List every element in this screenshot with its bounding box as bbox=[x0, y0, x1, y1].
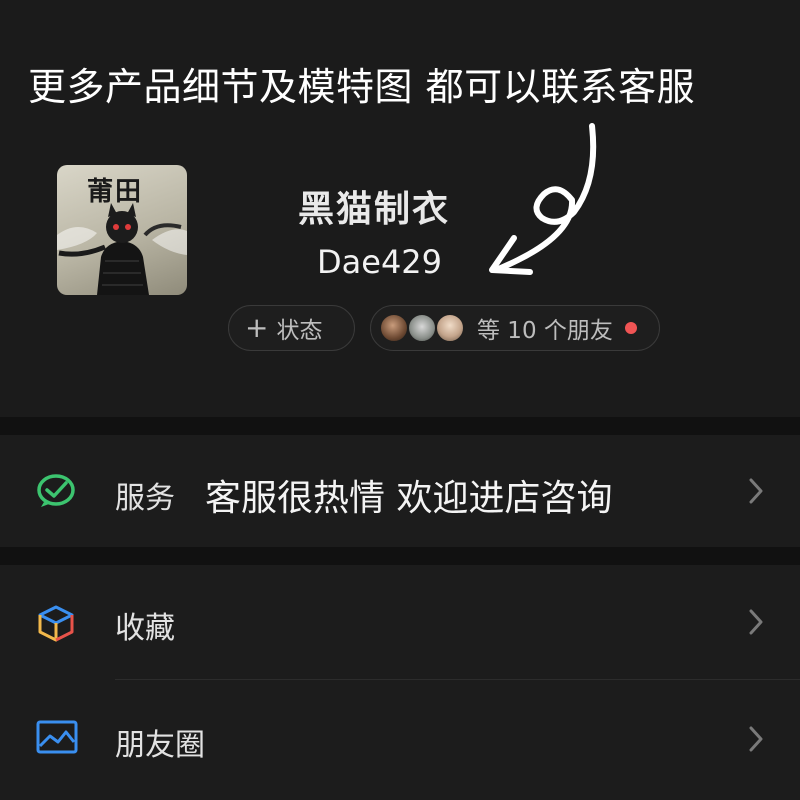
favorites-label: 收藏 bbox=[115, 611, 175, 646]
menu-item-favorites[interactable]: 收藏 bbox=[0, 565, 800, 679]
profile-nickname: 黑猫制衣 bbox=[298, 189, 451, 230]
menu-item-moments[interactable]: 朋友圈 bbox=[0, 680, 800, 800]
handdrawn-arrow bbox=[489, 123, 597, 275]
menu-item-service[interactable]: 服务 客服很热情 欢迎进店咨询 bbox=[0, 435, 800, 547]
service-promo-text: 客服很热情 欢迎进店咨询 bbox=[205, 478, 613, 519]
status-label: 状态 bbox=[276, 318, 323, 344]
chevron-right-icon bbox=[749, 609, 763, 635]
moments-label: 朋友圈 bbox=[115, 728, 205, 763]
picture-icon bbox=[36, 720, 78, 754]
chevron-right-icon bbox=[749, 726, 763, 752]
friend-avatar bbox=[435, 313, 465, 343]
friend-avatars bbox=[379, 313, 471, 343]
unread-dot bbox=[624, 322, 637, 334]
friends-count-label: 等 10 个朋友 bbox=[477, 318, 613, 344]
cube-icon bbox=[38, 605, 74, 642]
friend-avatar bbox=[407, 313, 437, 343]
section-divider bbox=[0, 417, 800, 435]
avatar-caption: 莆田 bbox=[87, 177, 144, 207]
friend-avatar bbox=[379, 313, 409, 343]
plus-icon: + bbox=[245, 311, 269, 344]
wechat-id: Dae429 bbox=[317, 243, 443, 281]
friends-status-button[interactable]: 等 10 个朋友 bbox=[370, 305, 660, 351]
section-divider bbox=[0, 547, 800, 565]
menu-group: 收藏 朋友圈 bbox=[0, 565, 800, 800]
profile-avatar[interactable]: 莆田 bbox=[57, 165, 187, 295]
add-status-button[interactable]: + 状态 bbox=[228, 305, 355, 351]
service-label: 服务 bbox=[115, 481, 175, 516]
wechat-pay-icon bbox=[37, 474, 75, 507]
chevron-right-icon bbox=[749, 478, 763, 504]
promo-caption: 更多产品细节及模特图 都可以联系客服 bbox=[28, 65, 696, 109]
